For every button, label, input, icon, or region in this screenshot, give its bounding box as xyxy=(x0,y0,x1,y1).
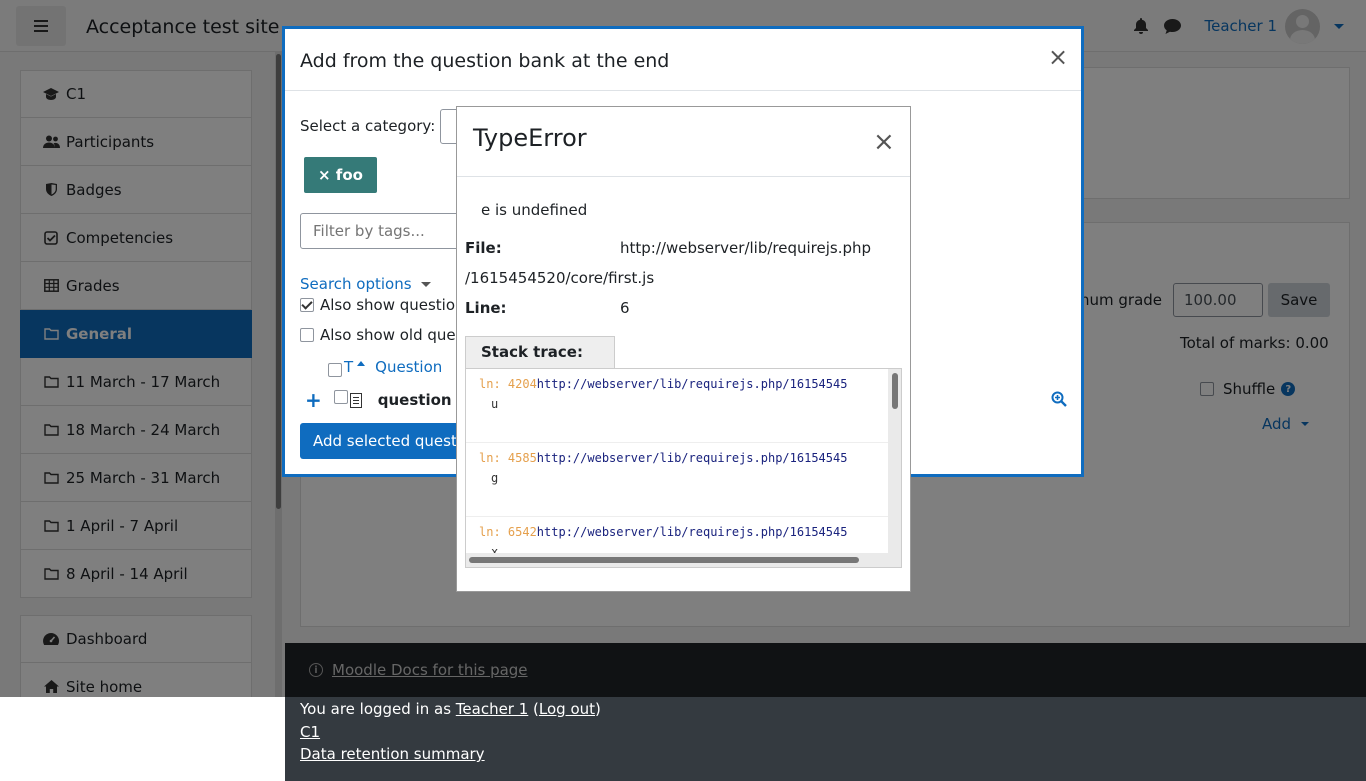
error-message: e is undefined xyxy=(481,201,588,219)
sort-question-link[interactable]: Question xyxy=(375,358,442,376)
sort-type-link[interactable]: T xyxy=(344,358,353,376)
stack-line-number: ln: 6542 xyxy=(479,525,537,539)
close-icon[interactable]: × xyxy=(873,129,895,155)
category-label: Select a category: xyxy=(300,117,436,135)
vertical-scrollbar[interactable] xyxy=(888,369,901,553)
footer-left-blank xyxy=(0,697,285,781)
stack-line-number: ln: 4585 xyxy=(479,451,537,465)
close-icon[interactable]: × xyxy=(1048,45,1068,69)
logged-in-prefix: You are logged in as xyxy=(300,700,456,718)
stack-line-number: ln: 4204 xyxy=(479,377,537,391)
file-label: File: xyxy=(465,239,502,257)
search-options-label: Search options xyxy=(300,275,412,293)
add-selected-button[interactable]: Add selected quest xyxy=(300,423,460,459)
tag-chip[interactable]: × foo xyxy=(304,157,377,193)
table-row: + question 0 xyxy=(305,388,467,412)
search-options-toggle[interactable]: Search options xyxy=(300,275,431,293)
stack-function: g xyxy=(491,471,499,485)
scrollbar-thumb[interactable] xyxy=(892,373,898,409)
option-label: Also show old que xyxy=(320,326,456,344)
subcategories-checkbox[interactable] xyxy=(300,298,314,312)
search-plus-icon[interactable] xyxy=(1051,391,1067,407)
scrollbar-thumb[interactable] xyxy=(469,557,859,563)
option-show-subcategories: Also show questio xyxy=(300,296,455,314)
stack-trace-label: Stack trace: xyxy=(465,336,615,368)
error-dialog: TypeError × e is undefined File: http://… xyxy=(456,106,911,592)
modal-title: Add from the question bank at the end xyxy=(300,50,670,72)
list-item: ln: 6542http://webserver/lib/requirejs.p… xyxy=(466,517,888,553)
error-dialog-header: TypeError × xyxy=(457,107,910,177)
chevron-down-icon xyxy=(420,281,431,287)
footer: You are logged in as Teacher 1 (Log out)… xyxy=(285,697,1366,781)
data-retention-link[interactable]: Data retention summary xyxy=(300,745,485,763)
stack-function: x xyxy=(491,545,499,553)
list-item: ln: 4585http://webserver/lib/requirejs.p… xyxy=(466,443,888,517)
file-value: http://webserver/lib/requirejs.php xyxy=(620,239,872,257)
stack-url: http://webserver/lib/requirejs.php/16154… xyxy=(536,451,848,465)
stack-url: http://webserver/lib/requirejs.php/16154… xyxy=(536,525,848,539)
stack-trace-box: ln: 4204http://webserver/lib/requirejs.p… xyxy=(465,368,902,568)
file-value-continued: /1615454520/core/first.js xyxy=(465,269,655,287)
old-questions-checkbox[interactable] xyxy=(300,328,314,342)
option-show-old: Also show old que xyxy=(300,326,456,344)
question-type-icon xyxy=(349,392,362,408)
stack-function: u xyxy=(491,397,499,411)
add-question-icon[interactable]: + xyxy=(305,388,322,412)
question-checkbox[interactable] xyxy=(333,390,348,404)
stack-trace-list: ln: 4204http://webserver/lib/requirejs.p… xyxy=(466,369,888,553)
tag-filter-input[interactable] xyxy=(300,213,470,249)
logged-in-info: You are logged in as Teacher 1 (Log out) xyxy=(300,700,601,718)
modal-header: Add from the question bank at the end × xyxy=(285,29,1081,91)
line-label: Line: xyxy=(465,299,507,317)
logged-in-user-link[interactable]: Teacher 1 xyxy=(456,700,529,718)
logout-link[interactable]: Log out xyxy=(539,700,595,718)
course-home-link[interactable]: C1 xyxy=(300,723,320,741)
stack-url: http://webserver/lib/requirejs.php/16154… xyxy=(536,377,848,391)
error-title: TypeError xyxy=(473,124,587,152)
sort-asc-icon xyxy=(357,360,366,366)
question-name: question 0 xyxy=(377,391,468,409)
question-table-header: T Question xyxy=(328,357,442,377)
horizontal-scrollbar[interactable] xyxy=(466,553,888,567)
line-value: 6 xyxy=(620,299,630,317)
select-all-checkbox[interactable] xyxy=(328,363,342,377)
option-label: Also show questio xyxy=(320,296,456,314)
list-item: ln: 4204http://webserver/lib/requirejs.p… xyxy=(466,369,888,443)
scrollbar-corner xyxy=(888,553,901,567)
